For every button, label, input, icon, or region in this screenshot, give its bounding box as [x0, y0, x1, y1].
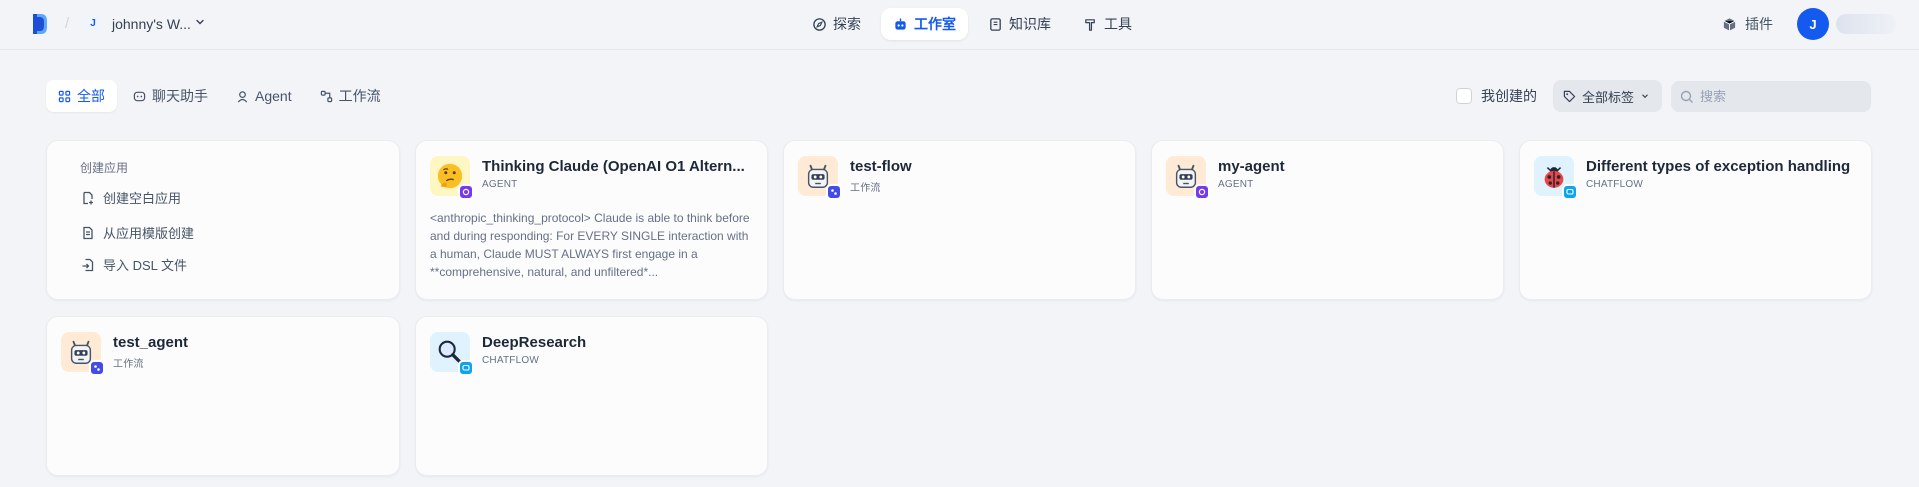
file-import-icon [82, 258, 94, 271]
breadcrumb-separator: / [65, 15, 70, 32]
app-icon [798, 156, 842, 200]
tag-filter-select[interactable]: 全部标签 [1553, 80, 1662, 112]
tab-all[interactable]: 全部 [46, 80, 117, 112]
app-type: AGENT [482, 179, 518, 190]
workflow-badge-icon [826, 184, 842, 200]
app-icon [430, 332, 474, 376]
search-icon [1680, 90, 1693, 103]
dify-logo-icon[interactable] [33, 14, 47, 34]
app-type: 工作流 [850, 183, 881, 194]
workspace-name[interactable]: johnny's W... [112, 16, 191, 32]
tag-filter-label: 全部标签 [1582, 89, 1635, 105]
app-type: 工作流 [113, 359, 144, 370]
app-name: DeepResearch [482, 334, 587, 351]
create-app-card: 创建应用 创建空白应用 从应用模版创建 导入 DSL 文件 [46, 140, 400, 300]
app-type: CHATFLOW [482, 355, 539, 366]
create-blank-app-label: 创建空白应用 [103, 191, 182, 206]
tab-label: 聊天助手 [152, 88, 208, 104]
create-blank-app-button[interactable]: 创建空白应用 [81, 188, 181, 207]
agent-badge-icon [458, 184, 474, 200]
app-name: Thinking Claude (OpenAI O1 Altern... [482, 158, 745, 175]
import-dsl-button[interactable]: 导入 DSL 文件 [81, 255, 187, 274]
create-from-template-button[interactable]: 从应用模版创建 [81, 223, 194, 242]
nav-label: 探索 [833, 16, 861, 32]
app-type: AGENT [1218, 179, 1254, 190]
app-name: test-flow [850, 158, 912, 175]
app-type-tabs: 全部 聊天助手 Agent 工作流 [46, 80, 393, 112]
workflow-icon [320, 90, 332, 102]
app-icon [1166, 156, 1210, 200]
tag-icon [1563, 90, 1576, 102]
app-card[interactable]: my-agent AGENT [1151, 140, 1504, 300]
nav-label: 工作室 [914, 16, 956, 32]
user-avatar[interactable]: J [1797, 8, 1829, 40]
app-description: <anthropic_thinking_protocol> Claude is … [430, 211, 750, 279]
book-icon [990, 17, 1001, 31]
workflow-badge-icon [89, 360, 105, 376]
app-card[interactable]: test-flow 工作流 [783, 140, 1136, 300]
file-template-icon [83, 226, 93, 239]
chat-icon [133, 91, 146, 101]
tab-label: Agent [255, 88, 292, 104]
app-card[interactable]: test_agent 工作流 [46, 316, 400, 476]
app-card[interactable]: DeepResearch CHATFLOW [415, 316, 768, 476]
created-by-me-checkbox[interactable] [1456, 88, 1472, 104]
create-app-title: 创建应用 [80, 161, 129, 175]
plugins-button[interactable]: 插件 [1722, 14, 1773, 34]
agent-icon [237, 90, 248, 102]
robot-icon [895, 17, 906, 30]
tab-chat[interactable]: 聊天助手 [121, 80, 220, 112]
nav-label: 工具 [1104, 16, 1132, 32]
top-bar: / J johnny's W... 探索 工作室 知识库 工具 插件 J [0, 0, 1919, 50]
tab-label: 工作流 [338, 88, 381, 104]
chatflow-badge-icon [458, 360, 474, 376]
app-icon [61, 332, 105, 376]
chevron-down-icon [1642, 94, 1648, 99]
nav-knowledge[interactable]: 知识库 [976, 8, 1063, 40]
search-box [1671, 81, 1871, 112]
app-name: test_agent [113, 334, 189, 351]
import-dsl-label: 导入 DSL 文件 [103, 258, 188, 273]
plugins-label: 插件 [1745, 16, 1773, 32]
grid-icon [58, 90, 71, 102]
workspace-avatar[interactable]: J [85, 15, 101, 31]
file-plus-icon [83, 191, 93, 204]
chevron-down-icon[interactable] [194, 16, 206, 28]
nav-studio[interactable]: 工作室 [881, 8, 968, 40]
created-by-me-toggle[interactable]: 我创建的 [1456, 86, 1537, 106]
create-from-template-label: 从应用模版创建 [103, 226, 195, 241]
app-icon [1534, 156, 1578, 200]
created-by-me-label: 我创建的 [1481, 88, 1537, 104]
nav-explore[interactable]: 探索 [800, 8, 873, 40]
nav-label: 知识库 [1009, 16, 1051, 32]
app-card[interactable]: Thinking Claude (OpenAI O1 Altern... AGE… [415, 140, 768, 300]
search-input[interactable] [1700, 89, 1860, 104]
app-type: CHATFLOW [1586, 179, 1643, 190]
app-card[interactable]: Different types of exception handling CH… [1519, 140, 1872, 300]
app-name: my-agent [1218, 158, 1285, 175]
nav-tools[interactable]: 工具 [1071, 8, 1144, 40]
chatflow-badge-icon [1562, 184, 1578, 200]
main-nav: 探索 工作室 知识库 工具 [800, 8, 1144, 40]
app-icon [430, 156, 474, 200]
user-name-redacted[interactable] [1836, 14, 1896, 34]
agent-badge-icon [1194, 184, 1210, 200]
tab-agent[interactable]: Agent [224, 80, 304, 112]
compass-icon [813, 17, 826, 31]
cube-icon [1723, 17, 1736, 31]
app-name: Different types of exception handling [1586, 158, 1851, 175]
hammer-icon [1085, 18, 1095, 31]
tab-label: 全部 [77, 88, 105, 104]
tab-workflow[interactable]: 工作流 [308, 80, 393, 112]
